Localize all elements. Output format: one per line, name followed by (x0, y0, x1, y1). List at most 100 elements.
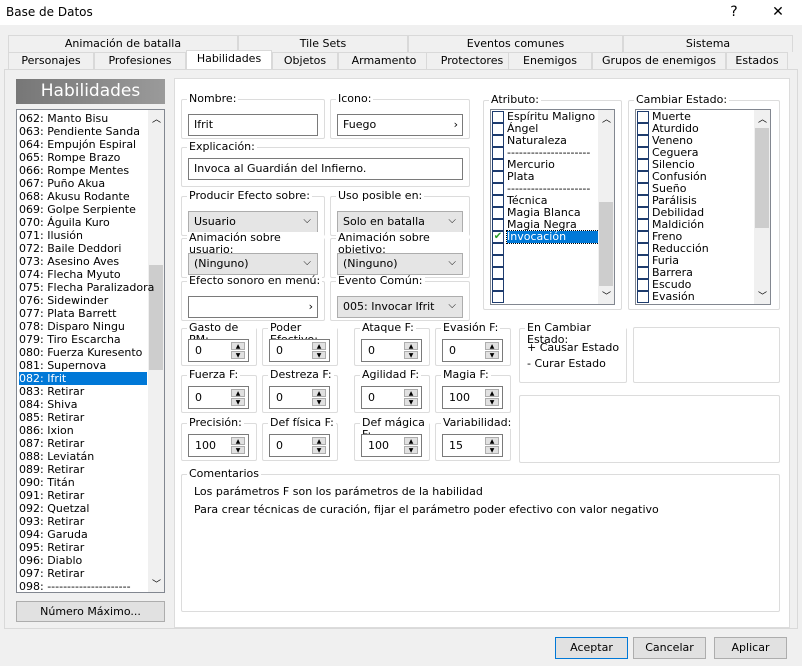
scroll-down-icon[interactable]: ﹀ (758, 289, 767, 302)
number-spinner[interactable]: 0 ▲ ▼ (188, 339, 249, 362)
list-item[interactable]: 088: Leviatán (19, 450, 94, 463)
anim_objetivo-select[interactable]: (Ninguno) ⌵ (337, 253, 463, 275)
spin-down-icon[interactable]: ▼ (404, 351, 418, 359)
list-item[interactable]: 070: Águila Kuro (19, 216, 110, 229)
checkbox[interactable] (492, 279, 504, 291)
checkbox[interactable] (492, 159, 504, 171)
scroll-up-icon[interactable]: ︿ (758, 112, 767, 125)
tab-armamento[interactable]: Armamento (338, 52, 430, 69)
spin-up-icon[interactable]: ▲ (312, 437, 326, 445)
list-item[interactable]: 090: Titán (19, 476, 75, 489)
spin-down-icon[interactable]: ▼ (231, 446, 245, 454)
number-spinner[interactable]: 100 ▲ ▼ (361, 434, 422, 457)
close-icon[interactable]: ✕ (756, 0, 800, 25)
list-item[interactable]: 079: Tiro Escarcha (19, 333, 121, 346)
spin-up-icon[interactable]: ▲ (312, 342, 326, 350)
spin-down-icon[interactable]: ▼ (312, 398, 326, 406)
checkbox[interactable] (492, 135, 504, 147)
spin-down-icon[interactable]: ▼ (485, 351, 499, 359)
spin-down-icon[interactable]: ▼ (312, 446, 326, 454)
scrollbar[interactable]: ︿ ﹀ (598, 110, 614, 304)
checkbox[interactable] (637, 171, 649, 183)
list-item[interactable]: 065: Rompe Brazo (19, 151, 120, 164)
list-item[interactable]: 080: Fuerza Kuresento (19, 346, 142, 359)
spin-up-icon[interactable]: ▲ (231, 437, 245, 445)
tab-objetos[interactable]: Objetos (272, 52, 338, 69)
checkbox[interactable] (637, 135, 649, 147)
list-item[interactable]: 097: Retirar (19, 567, 84, 580)
producir-select[interactable]: Usuario ⌵ (188, 211, 318, 233)
list-item[interactable]: 075: Flecha Paralizadora (19, 281, 154, 294)
anim_usuario-select[interactable]: (Ninguno) ⌵ (188, 253, 318, 275)
help-button[interactable]: ? (712, 0, 756, 25)
list-item[interactable]: 087: Retirar (19, 437, 84, 450)
list-item[interactable]: 083: Retirar (19, 385, 84, 398)
list-item[interactable]: 074: Flecha Myuto (19, 268, 121, 281)
list-item[interactable]: 077: Plata Barrett (19, 307, 116, 320)
tab-3[interactable]: Sistema (623, 35, 793, 52)
list-item[interactable]: 081: Supernova (19, 359, 106, 372)
checkbox[interactable] (637, 219, 649, 231)
checkbox[interactable] (492, 219, 504, 231)
spin-up-icon[interactable]: ▲ (404, 342, 418, 350)
spin-down-icon[interactable]: ▼ (231, 351, 245, 359)
list-item[interactable]: 092: Quetzal (19, 502, 89, 515)
checkbox[interactable] (492, 147, 504, 159)
list-item[interactable]: 085: Retirar (19, 411, 84, 424)
checkbox[interactable] (637, 207, 649, 219)
spin-down-icon[interactable]: ▼ (312, 351, 326, 359)
list-item[interactable]: 072: Baile Deddori (19, 242, 121, 255)
list-item[interactable]: 093: Retirar (19, 515, 84, 528)
checkbox[interactable] (637, 195, 649, 207)
list-item[interactable]: 067: Puño Akua (19, 177, 105, 190)
list-item[interactable]: 082: Ifrit (19, 372, 147, 385)
list-item[interactable]: 062: Manto Bisu (19, 112, 108, 125)
scrollbar[interactable]: ︿ ﹀ (148, 110, 164, 592)
scroll-thumb[interactable] (755, 128, 769, 228)
checkbox[interactable] (637, 243, 649, 255)
number-spinner[interactable]: 0 ▲ ▼ (188, 386, 249, 409)
spin-down-icon[interactable]: ▼ (404, 446, 418, 454)
spin-up-icon[interactable]: ▲ (312, 389, 326, 397)
description-field[interactable]: Invoca al Guardián del Infierno. (188, 158, 463, 180)
checkbox[interactable] (492, 267, 504, 279)
tab-profesiones[interactable]: Profesiones (94, 52, 186, 69)
list-item[interactable]: 089: Retirar (19, 463, 84, 476)
checkbox[interactable] (637, 231, 649, 243)
tab-habilidades[interactable]: Habilidades (186, 50, 272, 70)
number-spinner[interactable]: 0 ▲ ▼ (269, 434, 330, 457)
browse-arrow-icon[interactable]: › (309, 300, 313, 314)
inflict-state-radio[interactable]: + Causar Estado (527, 341, 619, 354)
checkbox[interactable] (637, 255, 649, 267)
number-spinner[interactable]: 100 ▲ ▼ (442, 386, 503, 409)
list-item[interactable]: 098: --------------------- (19, 580, 131, 593)
list-item[interactable]: Evasión (652, 291, 695, 303)
spin-up-icon[interactable]: ▲ (231, 342, 245, 350)
scroll-down-icon[interactable]: ﹀ (602, 289, 611, 302)
spin-up-icon[interactable]: ▲ (404, 437, 418, 445)
tab-protectores[interactable]: Protectores (426, 52, 518, 69)
list-item[interactable]: 066: Rompe Mentes (19, 164, 129, 177)
checkbox[interactable] (637, 111, 649, 123)
max-number-button[interactable]: Número Máximo... (16, 601, 165, 622)
list-item[interactable]: 084: Shiva (19, 398, 77, 411)
tab-2[interactable]: Eventos comunes (408, 35, 623, 52)
spin-down-icon[interactable]: ▼ (404, 398, 418, 406)
list-item[interactable]: 063: Pendiente Sanda (19, 125, 140, 138)
scroll-up-icon[interactable]: ︿ (602, 112, 611, 125)
cancel-button[interactable]: Cancelar (633, 637, 706, 659)
number-spinner[interactable]: 0 ▲ ▼ (269, 339, 330, 362)
list-item[interactable]: 091: Retirar (19, 489, 84, 502)
list-item[interactable]: 078: Disparo Ningu (19, 320, 125, 333)
checkbox[interactable] (492, 195, 504, 207)
spin-up-icon[interactable]: ▲ (485, 342, 499, 350)
cure-state-radio[interactable]: - Curar Estado (527, 357, 606, 370)
checkbox[interactable] (492, 291, 504, 303)
number-spinner[interactable]: 15 ▲ ▼ (442, 434, 503, 457)
checkbox[interactable]: ✔ (492, 231, 504, 243)
checkbox[interactable] (637, 159, 649, 171)
checkbox[interactable] (492, 255, 504, 267)
browse-arrow-icon[interactable]: › (454, 118, 458, 132)
scroll-up-icon[interactable]: ︿ (152, 112, 161, 125)
accept-button[interactable]: Aceptar (555, 637, 628, 659)
